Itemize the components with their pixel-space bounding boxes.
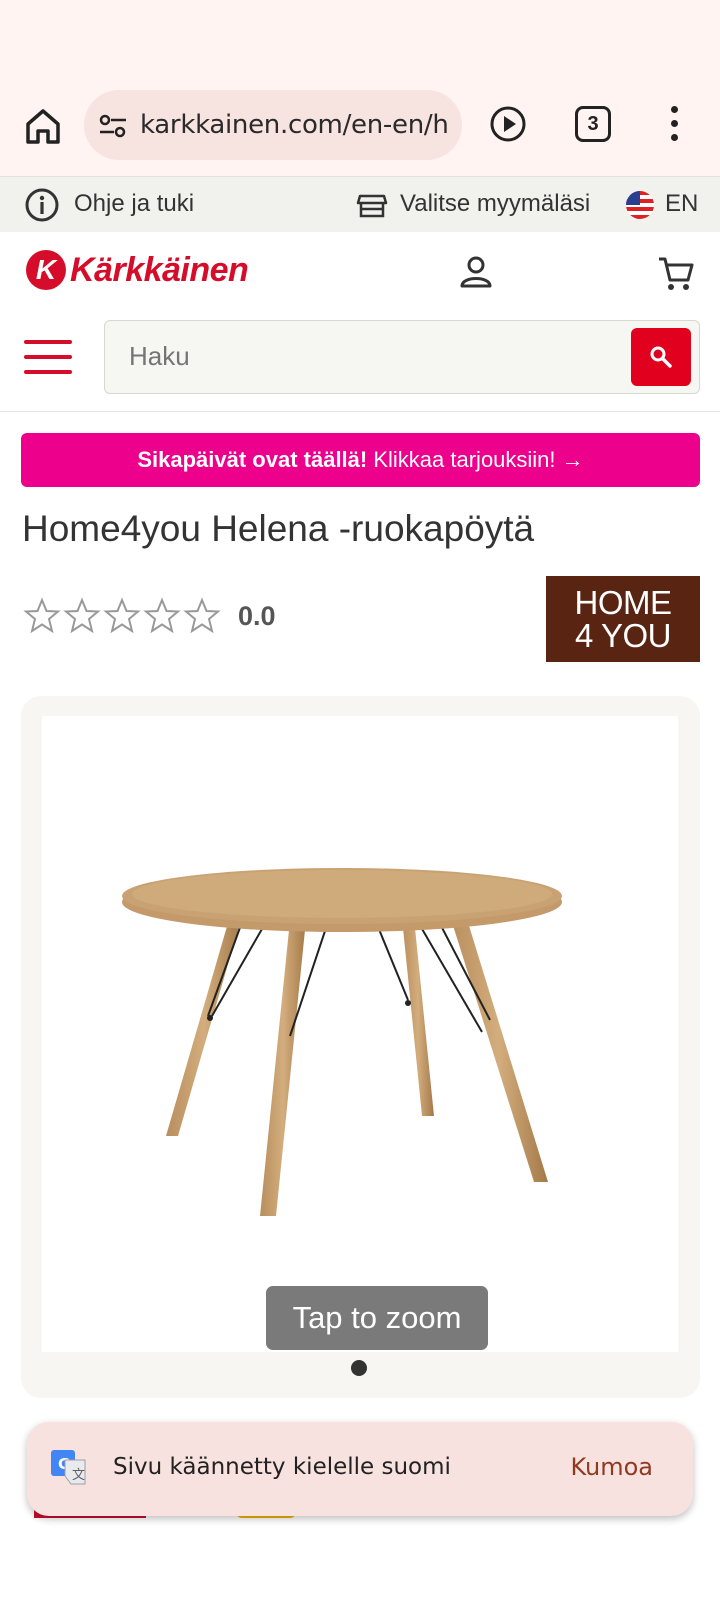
karkkainen-logo[interactable]: K Kärkkäinen	[26, 248, 249, 292]
product-image[interactable]: Tap to zoom	[42, 716, 678, 1352]
star-icon	[63, 597, 101, 634]
search-icon	[650, 346, 672, 368]
star-icon	[23, 597, 61, 634]
star-icon	[143, 597, 181, 634]
address-bar[interactable]: karkkainen.com/en-en/h	[84, 90, 462, 160]
site-header: K Kärkkäinen	[0, 232, 720, 412]
language-selector[interactable]: EN	[665, 190, 698, 218]
cart-icon[interactable]	[656, 254, 696, 294]
help-link[interactable]: Ohje ja tuki	[74, 190, 194, 218]
status-bar-area	[0, 0, 720, 86]
brand-logo[interactable]: HOME 4 YOU	[546, 576, 700, 662]
carousel-indicator-dot[interactable]	[351, 1360, 367, 1376]
promo-headline: Sikapäivät ovat täällä!	[137, 447, 368, 472]
product-rating[interactable]: 0.0	[22, 596, 276, 636]
store-selector-link[interactable]: Valitse myymäläsi	[400, 190, 590, 218]
product-title: Home4you Helena -ruokapöytä	[22, 508, 535, 549]
brand-logo-line1: HOME	[574, 584, 673, 621]
url-text[interactable]: karkkainen.com/en-en/h	[140, 108, 456, 142]
undo-translation-button[interactable]: Kumoa	[570, 1453, 653, 1481]
rating-value: 0.0	[238, 600, 276, 631]
us-flag-icon[interactable]	[626, 191, 654, 219]
utility-bar: Ohje ja tuki Valitse myymäläsi EN	[0, 176, 720, 232]
site-settings-icon[interactable]	[98, 112, 128, 140]
dining-table-image	[122, 868, 562, 1216]
product-gallery: Tap to zoom	[21, 696, 700, 1398]
more-menu-icon[interactable]	[668, 104, 680, 144]
store-icon[interactable]	[356, 189, 388, 221]
toast-message: Sivu käännetty kielelle suomi	[113, 1454, 451, 1480]
menu-hamburger-icon[interactable]	[24, 340, 72, 374]
play-icon[interactable]	[488, 104, 528, 144]
star-icon	[183, 597, 221, 634]
translation-toast: G文 Sivu käännetty kielelle suomi Kumoa	[27, 1422, 693, 1516]
account-icon[interactable]	[458, 254, 494, 290]
search-box	[104, 320, 700, 394]
svg-text:文: 文	[72, 1468, 85, 1483]
google-translate-icon: G文	[49, 1448, 89, 1488]
promo-banner[interactable]: Sikapäivät ovat täällä! Klikkaa tarjouks…	[21, 433, 700, 487]
tap-to-zoom-badge[interactable]: Tap to zoom	[266, 1286, 488, 1350]
tab-switcher-button[interactable]: 3	[575, 106, 611, 142]
search-button[interactable]	[631, 328, 691, 386]
logo-text: Kärkkäinen	[70, 250, 249, 289]
search-input[interactable]	[129, 341, 609, 372]
logo-mark: K	[26, 250, 66, 290]
star-icon	[103, 597, 141, 634]
home-icon[interactable]	[22, 106, 64, 148]
browser-toolbar: karkkainen.com/en-en/h 3	[0, 86, 720, 176]
brand-logo-line2: 4 YOU	[575, 617, 671, 654]
promo-link-text: Klikkaa tarjouksiin! →	[367, 447, 584, 472]
info-icon[interactable]	[24, 187, 60, 223]
